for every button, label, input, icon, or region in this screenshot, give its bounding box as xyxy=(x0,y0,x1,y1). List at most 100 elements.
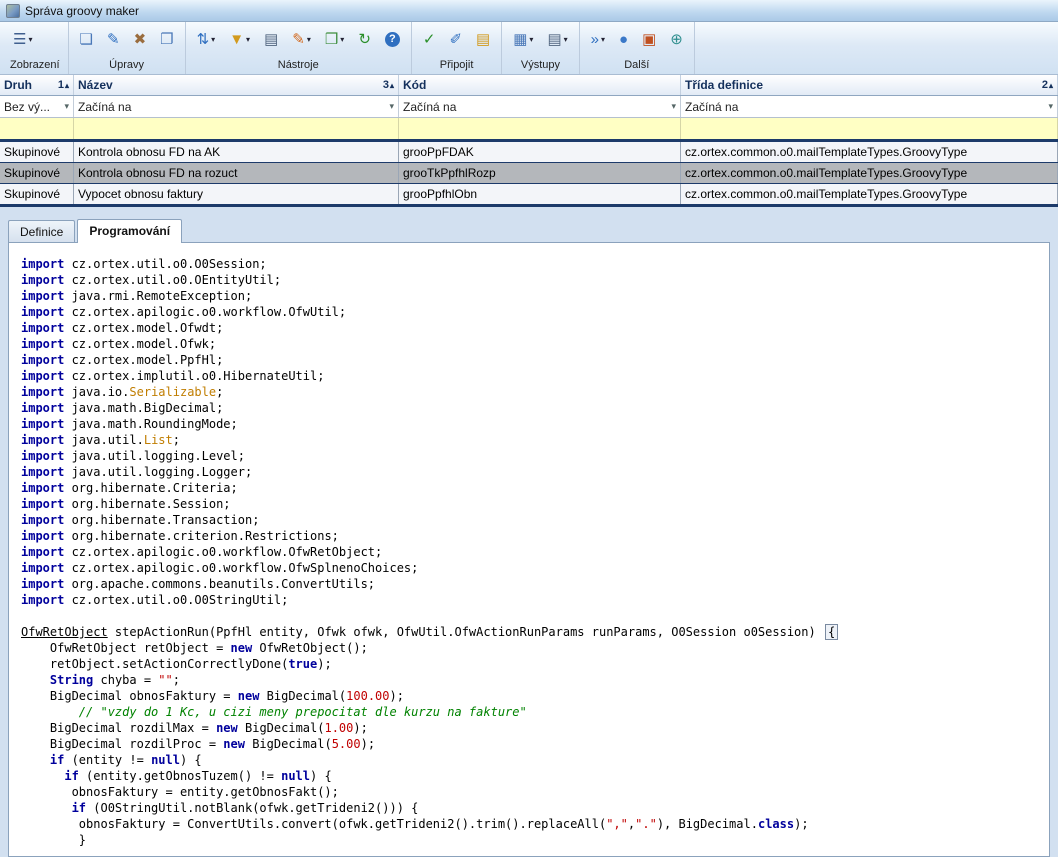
toolbar-group-zobrazeni: ☰▾Zobrazení xyxy=(2,22,69,74)
cell-druh: Skupinové xyxy=(0,163,74,183)
filter-combo-value: Bez vý... xyxy=(4,100,50,114)
code-line: import cz.ortex.util.o0.OEntityUtil; xyxy=(21,272,1043,288)
filter-button[interactable]: ▼▾ xyxy=(226,30,253,49)
export-button[interactable]: ❒▾ xyxy=(322,30,347,49)
code-line: import cz.ortex.apilogic.o0.workflow.Ofw… xyxy=(21,544,1043,560)
code-line: OfwRetObject stepActionRun(PpfHl entity,… xyxy=(21,624,1043,640)
column-header-trida-definice[interactable]: Třída definice 2▴ xyxy=(681,75,1058,95)
tabbar: DefiniceProgramování xyxy=(0,207,1058,242)
toolbar-group-label: Připojit xyxy=(420,59,493,72)
code-line: import java.util.logging.Logger; xyxy=(21,464,1043,480)
list-button[interactable]: ▤ xyxy=(473,30,493,49)
column-label: Druh xyxy=(4,78,32,92)
grid-header: Druh1▴Název3▴KódTřída definice2▴ xyxy=(0,75,1058,96)
quick-edit-button[interactable]: ✎▾ xyxy=(289,30,314,49)
cell-druh: Skupinové xyxy=(0,142,74,162)
filter-input-kod[interactable] xyxy=(399,118,681,139)
dropdown-arrow-icon: ▾ xyxy=(28,35,32,44)
package-button[interactable]: ▣ xyxy=(639,30,659,49)
filter-combo-druh[interactable]: Bez vý...▾ xyxy=(0,96,74,117)
filter-combo-nazev[interactable]: Začíná na ▾ xyxy=(74,96,399,117)
table-row[interactable]: SkupinovéVypocet obnosu fakturygrooPpfhl… xyxy=(0,184,1058,207)
copy-record-button[interactable]: ❐ xyxy=(157,30,176,49)
cell-kod: grooPpFDAK xyxy=(399,142,681,162)
cell-druh: Skupinové xyxy=(0,184,74,204)
help-icon: ? xyxy=(385,32,400,47)
table-export-button[interactable]: ▦▾ xyxy=(510,30,536,49)
sort-arrow-icon: ▴ xyxy=(1049,81,1053,90)
dropdown-arrow-icon: ▾ xyxy=(211,35,215,44)
check-document-button[interactable]: ✓ xyxy=(420,30,439,49)
help-button[interactable]: ? xyxy=(382,30,403,49)
tab-definice[interactable]: Definice xyxy=(8,220,75,242)
code-line: import java.math.RoundingMode; xyxy=(21,416,1043,432)
print-output-button[interactable]: ▤▾ xyxy=(544,30,570,49)
column-header-druh[interactable]: Druh 1▴ xyxy=(0,75,74,95)
titlebar[interactable]: Správa groovy maker xyxy=(0,0,1058,22)
print-button[interactable]: ▤ xyxy=(261,30,281,49)
code-line: import java.util.List; xyxy=(21,432,1043,448)
code-line: retObject.setActionCorrectlyDone(true); xyxy=(21,656,1043,672)
filter-input-druh[interactable] xyxy=(0,118,74,139)
column-label: Název xyxy=(78,78,113,92)
sort-order-badge: 2▴ xyxy=(1042,79,1053,91)
code-line: import cz.ortex.apilogic.o0.workflow.Ofw… xyxy=(21,560,1043,576)
filter-icon: ▼ xyxy=(229,32,244,47)
code-line: import org.apache.commons.beanutils.Conv… xyxy=(21,576,1043,592)
filter-combo-kod[interactable]: Začíná na▾ xyxy=(399,96,681,117)
filter-input-nazev[interactable] xyxy=(74,118,399,139)
cell-trida-definice: cz.ortex.common.o0.mailTemplateTypes.Gro… xyxy=(681,184,1058,204)
code-editor[interactable]: import cz.ortex.util.o0.O0Session;import… xyxy=(8,242,1050,857)
filter-combo-trida-definice[interactable]: Začíná na▾ xyxy=(681,96,1058,117)
dropdown-arrow-icon: ▾ xyxy=(246,35,250,44)
view-menu-button[interactable]: ☰▾ xyxy=(10,30,35,49)
view-menu-icon: ☰ xyxy=(13,32,26,47)
edit-record-button[interactable]: ✎ xyxy=(104,30,123,49)
export-icon: ❒ xyxy=(325,32,338,47)
filter-input-trida-definice[interactable] xyxy=(681,118,1058,139)
package-icon: ▣ xyxy=(642,32,656,47)
table-row[interactable]: SkupinovéKontrola obnosu FD na AKgrooPpF… xyxy=(0,142,1058,163)
column-label: Třída definice xyxy=(685,78,763,92)
pen-button[interactable]: ✐ xyxy=(446,30,465,49)
column-header-nazev[interactable]: Název 3▴ xyxy=(74,75,399,95)
code-line: BigDecimal rozdilMax = new BigDecimal(1.… xyxy=(21,720,1043,736)
delete-record-button[interactable]: ✖ xyxy=(131,30,150,49)
grid-filter-row: Bez vý...▾Začíná na▾Začíná na▾Začíná na▾ xyxy=(0,96,1058,118)
code-line: // "vzdy do 1 Kc, u cizi meny prepocitat… xyxy=(21,704,1043,720)
code-line: } xyxy=(21,832,1043,848)
code-line: import org.hibernate.criterion.Restricti… xyxy=(21,528,1043,544)
sort-button[interactable]: ⇅▾ xyxy=(194,30,219,49)
filter-combo-value: Začíná na xyxy=(403,100,456,114)
run-actions-button[interactable]: »▾ xyxy=(588,30,608,49)
table-row[interactable]: SkupinovéKontrola obnosu FD na rozuctgro… xyxy=(0,163,1058,184)
sort-order-number: 1 xyxy=(58,79,64,91)
code-line: import org.hibernate.Session; xyxy=(21,496,1043,512)
check-document-icon: ✓ xyxy=(423,32,436,47)
toolbar-group-upravy: ❏✎✖❐Úpravy xyxy=(69,22,186,74)
list-icon: ▤ xyxy=(476,32,490,47)
sort-arrow-icon: ▴ xyxy=(65,81,69,90)
key-button[interactable]: ● xyxy=(616,30,631,49)
code-line: BigDecimal rozdilProc = new BigDecimal(5… xyxy=(21,736,1043,752)
app-icon[interactable] xyxy=(6,4,20,18)
filter-combo-value: Začíná na xyxy=(78,100,131,114)
web-button[interactable]: ⊕ xyxy=(667,30,686,49)
table-export-icon: ▦ xyxy=(513,32,527,47)
combo-chevron-icon: ▾ xyxy=(389,101,394,112)
dropdown-arrow-icon: ▾ xyxy=(601,35,605,44)
code-line: BigDecimal obnosFaktury = new BigDecimal… xyxy=(21,688,1043,704)
cell-trida-definice: cz.ortex.common.o0.mailTemplateTypes.Gro… xyxy=(681,163,1058,183)
sort-order-badge: 3▴ xyxy=(383,79,394,91)
tab-programovani[interactable]: Programování xyxy=(77,219,182,243)
sort-order-number: 2 xyxy=(1042,79,1048,91)
refresh-button[interactable]: ↻ xyxy=(355,30,374,49)
new-record-button[interactable]: ❏ xyxy=(77,30,96,49)
toolbar-group-vystupy: ▦▾▤▾Výstupy xyxy=(502,22,579,74)
combo-chevron-icon: ▾ xyxy=(1048,101,1053,112)
edit-record-icon: ✎ xyxy=(107,32,120,47)
toolbar-group-pripojit: ✓ ✐ ▤ Připojit xyxy=(412,22,502,74)
column-header-kod[interactable]: Kód xyxy=(399,75,681,95)
delete-record-icon: ✖ xyxy=(134,32,147,47)
grid-rows: SkupinovéKontrola obnosu FD na AKgrooPpF… xyxy=(0,142,1058,207)
